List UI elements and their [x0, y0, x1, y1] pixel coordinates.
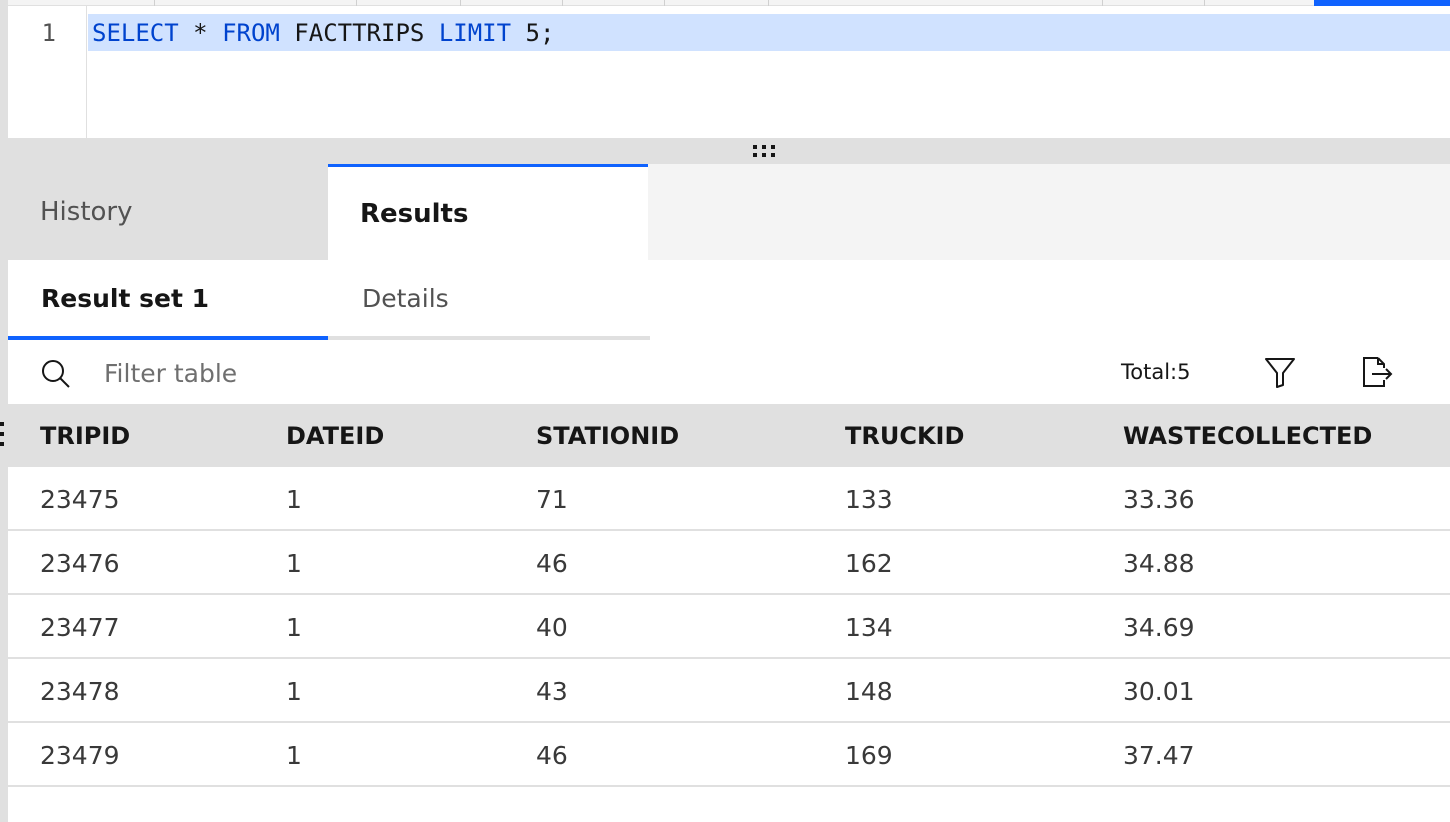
- filter-table-input[interactable]: [88, 352, 688, 394]
- table-cell: 23479: [40, 740, 120, 770]
- table-cell: 133: [845, 484, 893, 514]
- drag-handle-icon[interactable]: [753, 145, 779, 159]
- table-header: TRIPID DATEID STATIONID TRUCKID WASTECOL…: [0, 404, 1450, 467]
- table-cell: 1: [286, 484, 302, 514]
- left-panel-edge: [0, 0, 8, 822]
- table-cell: 23475: [40, 484, 120, 514]
- tab-result-set-label: Result set 1: [41, 283, 209, 313]
- table-cell: 169: [845, 740, 893, 770]
- table-cell: 43: [536, 676, 568, 706]
- keyword-from: FROM: [222, 19, 280, 47]
- keyword-select: SELECT: [92, 19, 179, 47]
- table-cell: 33.36: [1123, 484, 1195, 514]
- tab-result-set-1[interactable]: Result set 1: [8, 260, 328, 340]
- sql-statement[interactable]: SELECT * FROM FACTTRIPS LIMIT 5;: [92, 19, 554, 47]
- table-name-token: FACTTRIPS: [279, 19, 439, 47]
- tab-details-label: Details: [362, 283, 449, 313]
- table-cell: 148: [845, 676, 893, 706]
- column-header-wastecollected[interactable]: WASTECOLLECTED: [1123, 404, 1372, 467]
- table-cell: 1: [286, 548, 302, 578]
- table-cell: 1: [286, 740, 302, 770]
- keyword-limit: LIMIT: [438, 19, 512, 47]
- table-cell: 34.88: [1123, 548, 1195, 578]
- table-cell: 34.69: [1123, 612, 1195, 642]
- table-cell: 23476: [40, 548, 120, 578]
- export-icon[interactable]: [1358, 354, 1394, 390]
- line-number: 1: [41, 19, 56, 47]
- table-row[interactable]: 23475 1 71 133 33.36: [8, 467, 1450, 531]
- table-cell: 46: [536, 548, 568, 578]
- pane-splitter[interactable]: [8, 138, 1450, 164]
- table-cell: 40: [536, 612, 568, 642]
- table-cell: 71: [536, 484, 568, 514]
- table-cell: 46: [536, 740, 568, 770]
- table-cell: 37.47: [1123, 740, 1195, 770]
- table-cell: 1: [286, 676, 302, 706]
- results-subtabs: Result set 1 Details: [8, 260, 1450, 340]
- table-cell: 134: [845, 612, 893, 642]
- table-row[interactable]: 23476 1 46 162 34.88: [8, 531, 1450, 595]
- column-header-truckid[interactable]: TRUCKID: [845, 404, 964, 467]
- filter-icon[interactable]: [1262, 354, 1298, 390]
- table-cell: 23477: [40, 612, 120, 642]
- bottom-panel-tabs: History Results: [8, 164, 1450, 260]
- total-count: Total:5: [1121, 360, 1191, 384]
- column-header-dateid[interactable]: DATEID: [286, 404, 384, 467]
- table-cell: 23478: [40, 676, 120, 706]
- code-token: 5;: [511, 19, 555, 47]
- table-row[interactable]: 23478 1 43 148 30.01: [8, 659, 1450, 723]
- results-table: TRIPID DATEID STATIONID TRUCKID WASTECOL…: [0, 404, 1450, 787]
- table-toolbar: Total:5: [8, 340, 1450, 404]
- table-row[interactable]: 23477 1 40 134 34.69: [8, 595, 1450, 659]
- tab-details[interactable]: Details: [328, 260, 650, 340]
- column-header-stationid[interactable]: STATIONID: [536, 404, 679, 467]
- table-cell: 1: [286, 612, 302, 642]
- column-resize-handle[interactable]: [0, 422, 6, 450]
- code-line-selected[interactable]: SELECT * FROM FACTTRIPS LIMIT 5;: [88, 14, 1450, 51]
- table-row[interactable]: 23479 1 46 169 37.47: [8, 723, 1450, 787]
- code-token: *: [178, 19, 223, 47]
- sql-editor[interactable]: 1 SELECT * FROM FACTTRIPS LIMIT 5;: [8, 6, 1450, 138]
- tab-history[interactable]: History: [8, 164, 328, 260]
- tab-history-label: History: [40, 197, 133, 227]
- tab-results-label: Results: [360, 198, 469, 229]
- line-number-gutter: 1: [8, 6, 87, 138]
- tab-results[interactable]: Results: [328, 164, 648, 260]
- table-cell: 162: [845, 548, 893, 578]
- column-header-tripid[interactable]: TRIPID: [40, 404, 130, 467]
- table-cell: 30.01: [1123, 676, 1195, 706]
- search-icon[interactable]: [40, 358, 72, 390]
